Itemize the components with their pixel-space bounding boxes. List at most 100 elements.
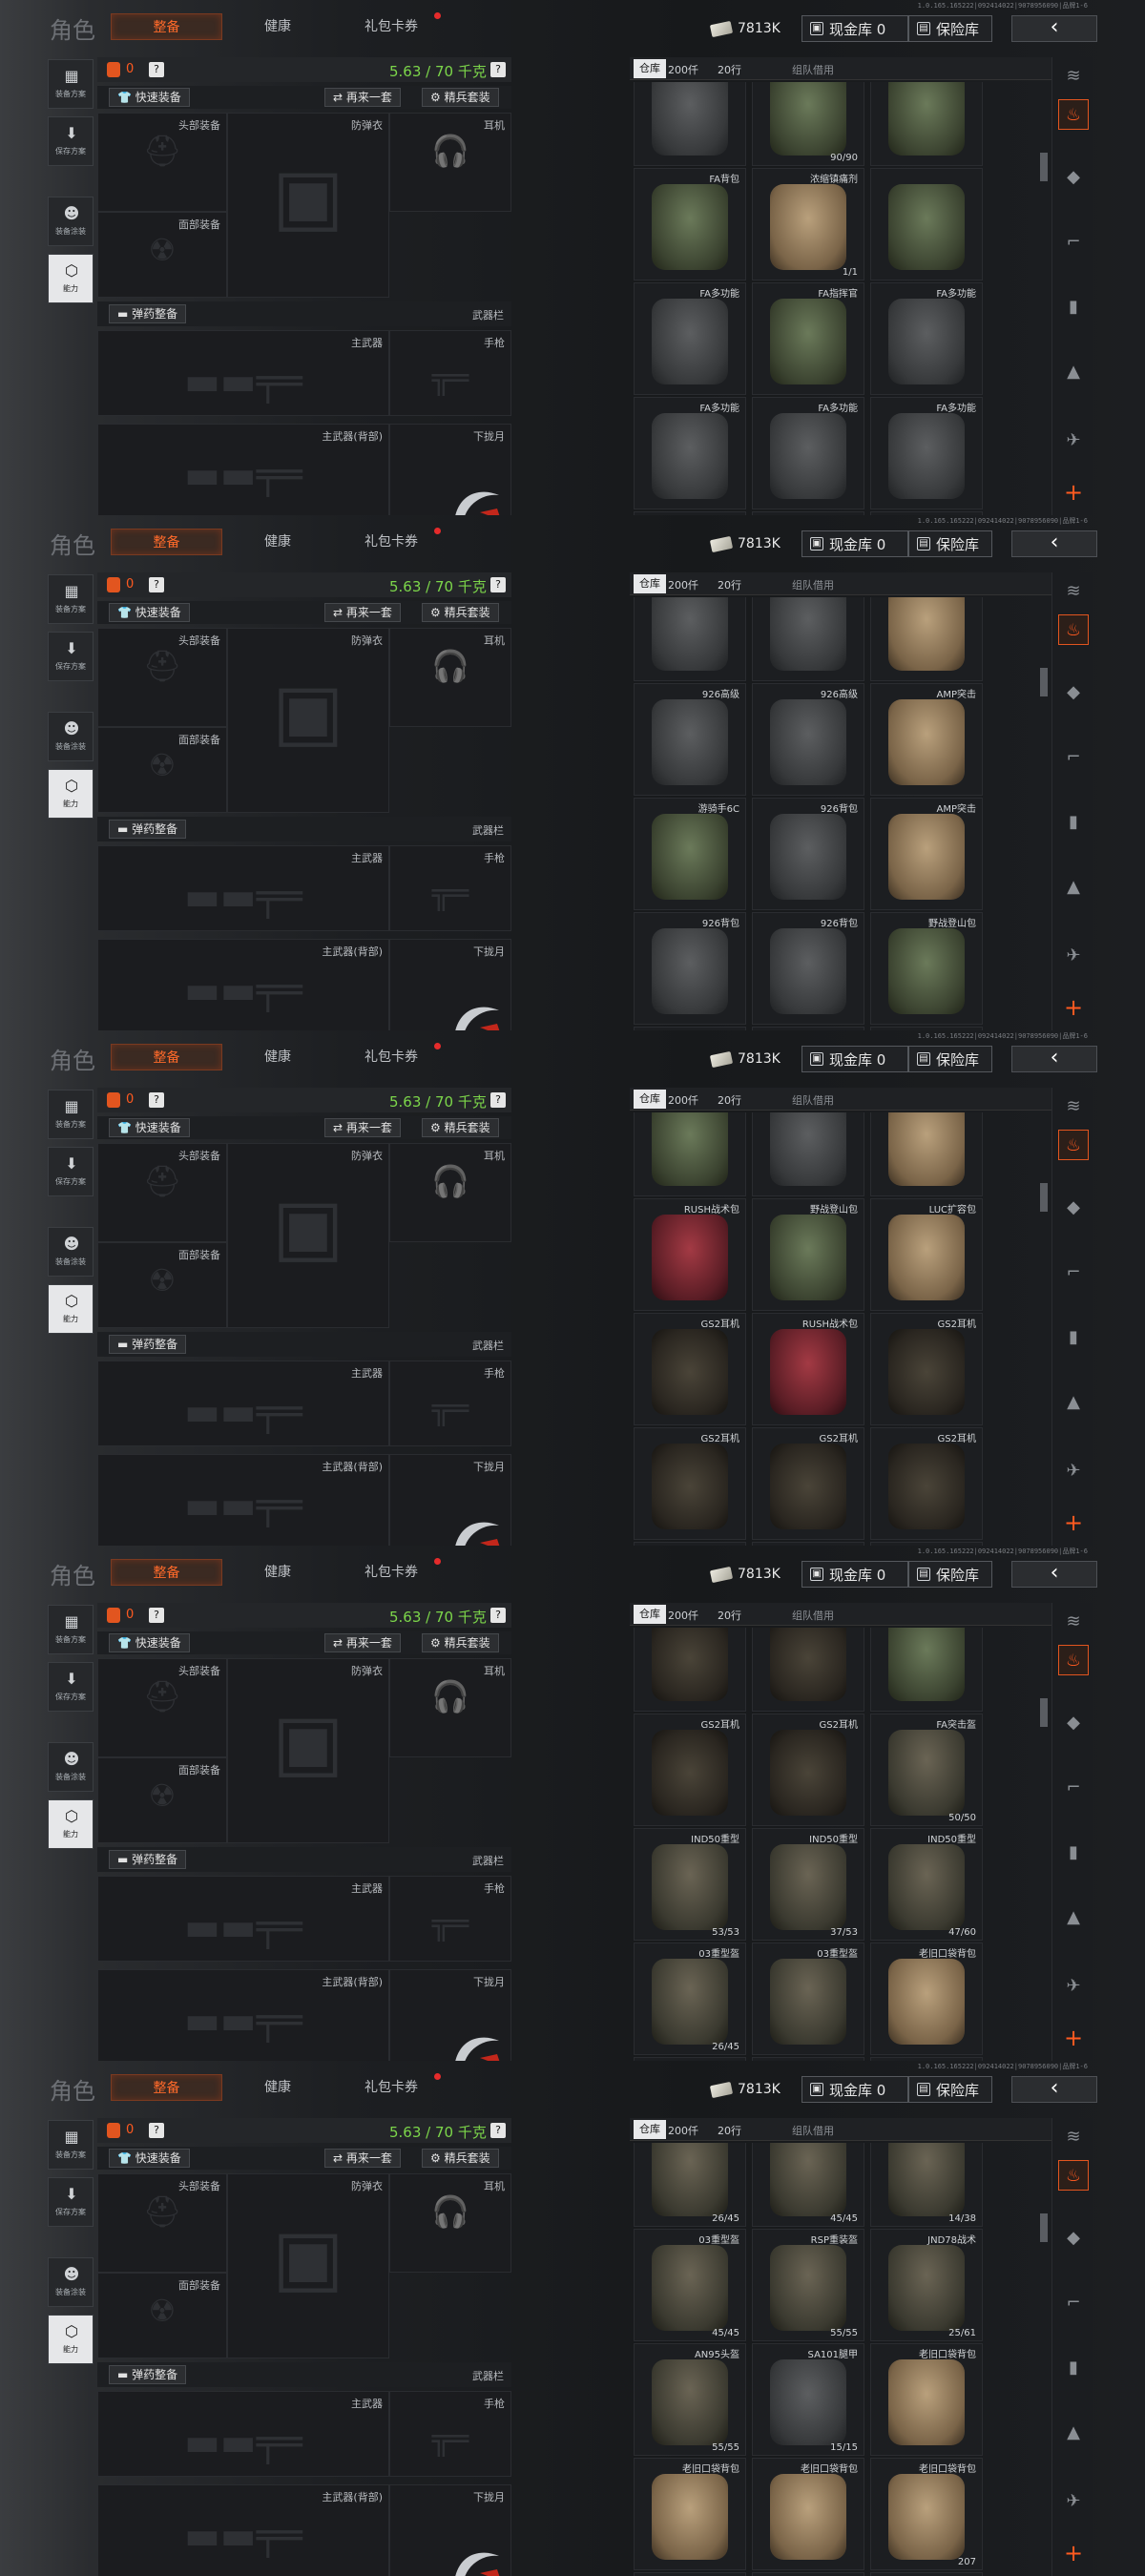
quick-equip-button[interactable]: 👕 快速装备: [109, 1118, 190, 1137]
inventory-item[interactable]: LUC扩容包: [870, 1198, 983, 1311]
rifle-category-icon[interactable]: ⌐: [1058, 227, 1089, 258]
quick-equip-button[interactable]: 👕 快速装备: [109, 88, 190, 107]
inventory-item[interactable]: FA突击盔 50/50: [870, 1714, 983, 1826]
elite-set-button[interactable]: ⚙ 精兵套装: [422, 88, 499, 107]
inventory-item[interactable]: [870, 168, 983, 280]
melee-slot[interactable]: 下拢月: [389, 424, 511, 515]
loadout-plan-button[interactable]: ▦ 装备方案: [48, 2120, 94, 2170]
bird-category-icon[interactable]: ✈: [1058, 1971, 1089, 2002]
face-slot[interactable]: 面部装备 ☢: [97, 2273, 227, 2358]
main-weapon-slot[interactable]: 主武器 ▬▬╤═: [97, 1361, 389, 1446]
stack-icon[interactable]: ≋: [1058, 1607, 1089, 1637]
ability-button[interactable]: ⬡ 能力: [48, 1284, 94, 1334]
face-slot[interactable]: 面部装备 ☢: [97, 1757, 227, 1843]
inventory-item[interactable]: 老旧口袋背包 207: [870, 2458, 983, 2570]
inventory-item[interactable]: 926背包: [752, 912, 864, 1025]
inventory-item[interactable]: 926高级: [634, 597, 746, 681]
back-weapon-slot[interactable]: 主武器(背部) ▬▬╤═: [97, 1454, 389, 1546]
help-icon[interactable]: ?: [149, 1608, 164, 1623]
inventory-item[interactable]: [752, 597, 864, 681]
face-slot[interactable]: 面部装备 ☢: [97, 212, 227, 298]
inventory-item[interactable]: GS2耳机: [752, 1628, 864, 1712]
magazine-category-icon[interactable]: ▮: [1058, 292, 1089, 322]
save-plan-button[interactable]: ⬇ 保存方案: [48, 2177, 94, 2227]
paint-button[interactable]: ☻ 装备涂装: [48, 2257, 94, 2307]
pistol-slot[interactable]: 手枪 ╦═: [389, 330, 511, 416]
inventory-scrollbar[interactable]: [1040, 1698, 1048, 1727]
tab-gift-cards[interactable]: 礼包卡券: [353, 2074, 429, 2101]
inventory-item[interactable]: [870, 1112, 983, 1196]
stack-icon[interactable]: ≋: [1058, 2122, 1089, 2152]
weight-help-icon[interactable]: ?: [490, 2123, 506, 2138]
inventory-scrollbar[interactable]: [1040, 668, 1048, 696]
tab-health[interactable]: 健康: [254, 1559, 302, 1586]
armor-slot[interactable]: 防弹衣 ▣: [227, 113, 389, 298]
ear-slot[interactable]: 耳机 🎧: [389, 628, 511, 727]
magazine-category-icon[interactable]: ▮: [1058, 2353, 1089, 2383]
inventory-item[interactable]: 926高级: [752, 683, 864, 796]
paint-button[interactable]: ☻ 装备涂装: [48, 1742, 94, 1792]
plus-icon[interactable]: +: [1058, 1507, 1089, 1538]
inventory-item[interactable]: STO急救: [752, 2572, 864, 2576]
chevron-left-icon[interactable]: ‹: [1011, 1561, 1097, 1588]
ear-slot[interactable]: 耳机 🎧: [389, 2173, 511, 2273]
chevron-left-icon[interactable]: ‹: [1011, 2076, 1097, 2103]
ear-slot[interactable]: 耳机 🎧: [389, 1143, 511, 1242]
quick-equip-button[interactable]: 👕 快速装备: [109, 1633, 190, 1652]
help-icon[interactable]: ?: [149, 1092, 164, 1108]
elite-set-button[interactable]: ⚙ 精兵套装: [422, 603, 499, 622]
tab-gear[interactable]: 整备: [111, 2074, 222, 2101]
save-plan-button[interactable]: ⬇ 保存方案: [48, 1147, 94, 1196]
magazine-category-icon[interactable]: ▮: [1058, 1322, 1089, 1353]
rifle-category-icon[interactable]: ⌐: [1058, 2288, 1089, 2318]
head-slot[interactable]: 头部装备 ⛑: [97, 113, 227, 212]
inventory-item[interactable]: IND50重型 37/53: [752, 1828, 864, 1941]
melee-slot[interactable]: 下拢月: [389, 2484, 511, 2576]
loadout-plan-button[interactable]: ▦ 装备方案: [48, 1605, 94, 1654]
save-plan-button[interactable]: ⬇ 保存方案: [48, 632, 94, 681]
warehouse-tab[interactable]: 仓库: [634, 574, 666, 593]
safe-vault-button[interactable]: ▤ 保险库: [908, 1046, 992, 1072]
rifle-category-icon[interactable]: ⌐: [1058, 1773, 1089, 1803]
team-borrow-tab[interactable]: 组队借用: [792, 1608, 834, 1623]
inventory-item[interactable]: GS2耳机: [634, 1714, 746, 1826]
tab-gift-cards[interactable]: 礼包卡券: [353, 13, 429, 40]
armor-slot[interactable]: 防弹衣 ▣: [227, 1143, 389, 1328]
ability-button[interactable]: ⬡ 能力: [48, 254, 94, 303]
inventory-scrollbar[interactable]: [1040, 153, 1048, 181]
ammo-equip-button[interactable]: ▬ 弹药整备: [109, 304, 187, 323]
inventory-item[interactable]: 老旧口袋背包14/38: [870, 2143, 983, 2227]
ear-slot[interactable]: 耳机 🎧: [389, 113, 511, 212]
inventory-item[interactable]: 野战登山包: [870, 912, 983, 1025]
inventory-item[interactable]: 大型登山包: [870, 1628, 983, 1712]
tab-gear[interactable]: 整备: [111, 1044, 222, 1070]
loadout-plan-button[interactable]: ▦ 装备方案: [48, 1090, 94, 1139]
face-slot[interactable]: 面部装备 ☢: [97, 1242, 227, 1328]
ability-button[interactable]: ⬡ 能力: [48, 2315, 94, 2364]
head-slot[interactable]: 头部装备 ⛑: [97, 2173, 227, 2273]
bird-category-icon[interactable]: ✈: [1058, 1456, 1089, 1486]
cash-vault-button[interactable]: ▣ 现金库 0: [802, 15, 908, 42]
inventory-item[interactable]: [870, 597, 983, 681]
inventory-item[interactable]: [870, 82, 983, 166]
elite-set-button[interactable]: ⚙ 精兵套装: [422, 1118, 499, 1137]
ear-slot[interactable]: 耳机 🎧: [389, 1658, 511, 1757]
armor-category-icon[interactable]: ◆: [1058, 677, 1089, 708]
armor-category-icon[interactable]: ◆: [1058, 1708, 1089, 1738]
warehouse-tab[interactable]: 仓库: [634, 1605, 666, 1624]
armor-slot[interactable]: 防弹衣 ▣: [227, 2173, 389, 2358]
inventory-item[interactable]: FA多功能: [870, 282, 983, 395]
inventory-item[interactable]: GS2耳机: [634, 1628, 746, 1712]
weight-help-icon[interactable]: ?: [490, 1608, 506, 1623]
armor-category-icon[interactable]: ◆: [1058, 162, 1089, 193]
inventory-item[interactable]: GS2耳机: [634, 1313, 746, 1425]
inventory-item[interactable]: SA101腿甲 15/15: [752, 2343, 864, 2456]
grenade-category-icon[interactable]: ▲: [1058, 872, 1089, 903]
chevron-left-icon[interactable]: ‹: [1011, 1046, 1097, 1072]
safe-vault-button[interactable]: ▤ 保险库: [908, 2076, 992, 2103]
inventory-item[interactable]: 03重型盔: [752, 1942, 864, 2055]
inventory-item[interactable]: FA多功能: [870, 397, 983, 509]
armor-slot[interactable]: 防弹衣 ▣: [227, 628, 389, 813]
inventory-item[interactable]: FA多功能: [752, 397, 864, 509]
main-weapon-slot[interactable]: 主武器 ▬▬╤═: [97, 2391, 389, 2477]
